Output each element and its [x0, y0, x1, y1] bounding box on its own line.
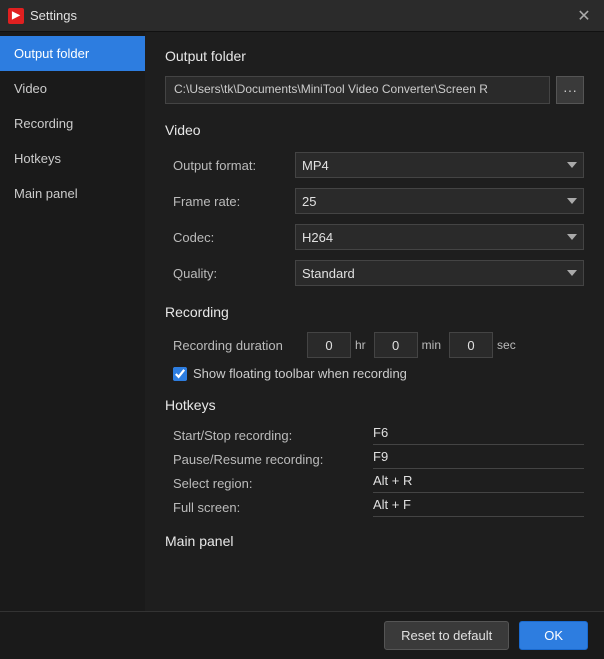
show-toolbar-checkbox[interactable]: [173, 367, 187, 381]
pause-resume-row: Pause/Resume recording: F9: [165, 449, 584, 469]
recording-section: Recording Recording duration hr min sec …: [165, 304, 584, 381]
bottom-bar: Reset to default OK: [0, 611, 604, 659]
full-screen-value: Alt + F: [373, 497, 584, 517]
quality-row: Quality: Standard High Low: [165, 258, 584, 288]
start-stop-row: Start/Stop recording: F6: [165, 425, 584, 445]
video-section: Video Output format: MP4 AVI MOV Frame r…: [165, 122, 584, 288]
duration-min-input[interactable]: [374, 332, 418, 358]
quality-label: Quality:: [165, 266, 295, 281]
video-section-title: Video: [165, 122, 584, 138]
reset-button[interactable]: Reset to default: [384, 621, 509, 650]
select-region-label: Select region:: [173, 476, 373, 491]
sidebar: Output folder Video Recording Hotkeys Ma…: [0, 32, 145, 659]
output-format-row: Output format: MP4 AVI MOV: [165, 150, 584, 180]
recording-section-title: Recording: [165, 304, 584, 320]
app-icon: ▶: [8, 8, 24, 24]
folder-path-display: C:\Users\tk\Documents\MiniTool Video Con…: [165, 76, 550, 104]
output-format-select[interactable]: MP4 AVI MOV: [295, 152, 584, 178]
full-screen-row: Full screen: Alt + F: [165, 497, 584, 517]
hotkeys-section-title: Hotkeys: [165, 397, 584, 413]
duration-hr-input[interactable]: [307, 332, 351, 358]
title-bar: ▶ Settings ✕: [0, 0, 604, 32]
recording-duration-label: Recording duration: [173, 338, 303, 353]
output-folder-title: Output folder: [165, 48, 584, 64]
folder-row: C:\Users\tk\Documents\MiniTool Video Con…: [165, 76, 584, 104]
content-area: Output folder C:\Users\tk\Documents\Mini…: [145, 32, 604, 659]
pause-resume-label: Pause/Resume recording:: [173, 452, 373, 467]
window-title: Settings: [30, 8, 566, 23]
hr-unit-label: hr: [355, 338, 366, 352]
sec-unit-label: sec: [497, 338, 516, 352]
sidebar-item-hotkeys[interactable]: Hotkeys: [0, 141, 145, 176]
show-toolbar-label[interactable]: Show floating toolbar when recording: [193, 366, 407, 381]
codec-label: Codec:: [165, 230, 295, 245]
duration-sec-input[interactable]: [449, 332, 493, 358]
output-format-label: Output format:: [165, 158, 295, 173]
sidebar-item-output-folder[interactable]: Output folder: [0, 36, 145, 71]
min-unit-label: min: [422, 338, 441, 352]
show-toolbar-row: Show floating toolbar when recording: [165, 366, 584, 381]
app-body: Output folder Video Recording Hotkeys Ma…: [0, 32, 604, 659]
select-region-row: Select region: Alt + R: [165, 473, 584, 493]
recording-duration-row: Recording duration hr min sec: [165, 332, 584, 358]
codec-row: Codec: H264 H265: [165, 222, 584, 252]
main-panel-section: Main panel: [165, 533, 584, 549]
sidebar-item-main-panel[interactable]: Main panel: [0, 176, 145, 211]
ok-button[interactable]: OK: [519, 621, 588, 650]
frame-rate-select[interactable]: 25 30 60: [295, 188, 584, 214]
pause-resume-value: F9: [373, 449, 584, 469]
codec-select[interactable]: H264 H265: [295, 224, 584, 250]
main-panel-section-title: Main panel: [165, 533, 584, 549]
start-stop-label: Start/Stop recording:: [173, 428, 373, 443]
folder-browse-button[interactable]: ···: [556, 76, 584, 104]
hotkeys-section: Hotkeys Start/Stop recording: F6 Pause/R…: [165, 397, 584, 517]
sidebar-item-video[interactable]: Video: [0, 71, 145, 106]
frame-rate-label: Frame rate:: [165, 194, 295, 209]
full-screen-label: Full screen:: [173, 500, 373, 515]
select-region-value: Alt + R: [373, 473, 584, 493]
quality-select[interactable]: Standard High Low: [295, 260, 584, 286]
start-stop-value: F6: [373, 425, 584, 445]
sidebar-item-recording[interactable]: Recording: [0, 106, 145, 141]
frame-rate-row: Frame rate: 25 30 60: [165, 186, 584, 216]
close-button[interactable]: ✕: [572, 4, 596, 28]
